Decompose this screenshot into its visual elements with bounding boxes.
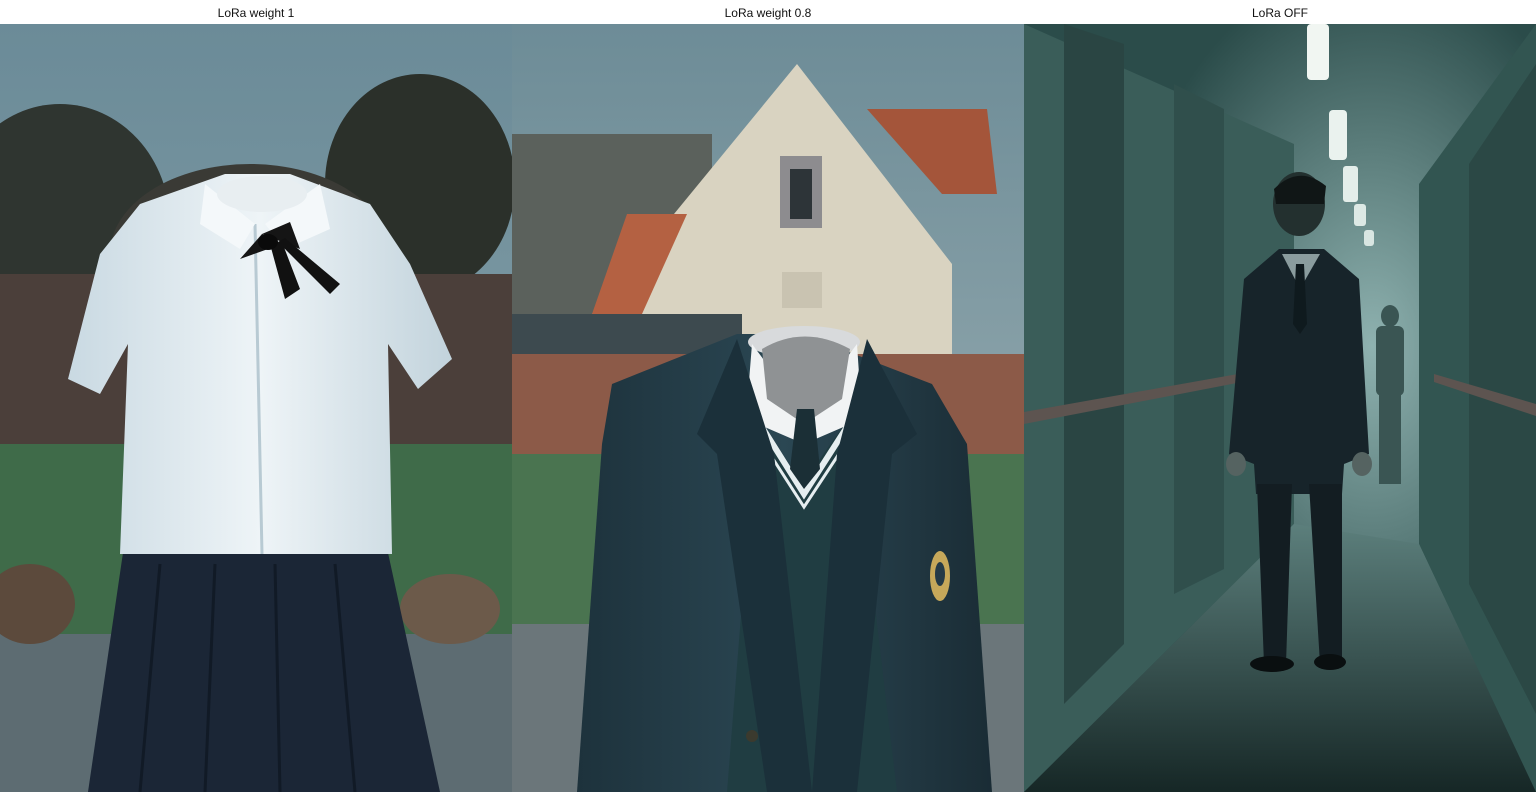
panel-label: LoRa weight 0.8 bbox=[512, 0, 1024, 24]
panel-lora-weight-1: LoRa weight 1 bbox=[0, 0, 512, 792]
comparison-grid: LoRa weight 1 LoRa weight 0.8 LoRa OFF bbox=[0, 0, 1536, 792]
panel-image-shirt-and-skirt bbox=[0, 24, 512, 792]
panel-image-blazer-uniform bbox=[512, 24, 1024, 792]
panel-label: LoRa weight 1 bbox=[0, 0, 512, 24]
panel-image-hallway-student bbox=[1024, 24, 1536, 792]
panel-lora-off: LoRa OFF bbox=[1024, 0, 1536, 792]
panel-label: LoRa OFF bbox=[1024, 0, 1536, 24]
panel-lora-weight-0-8: LoRa weight 0.8 bbox=[512, 0, 1024, 792]
